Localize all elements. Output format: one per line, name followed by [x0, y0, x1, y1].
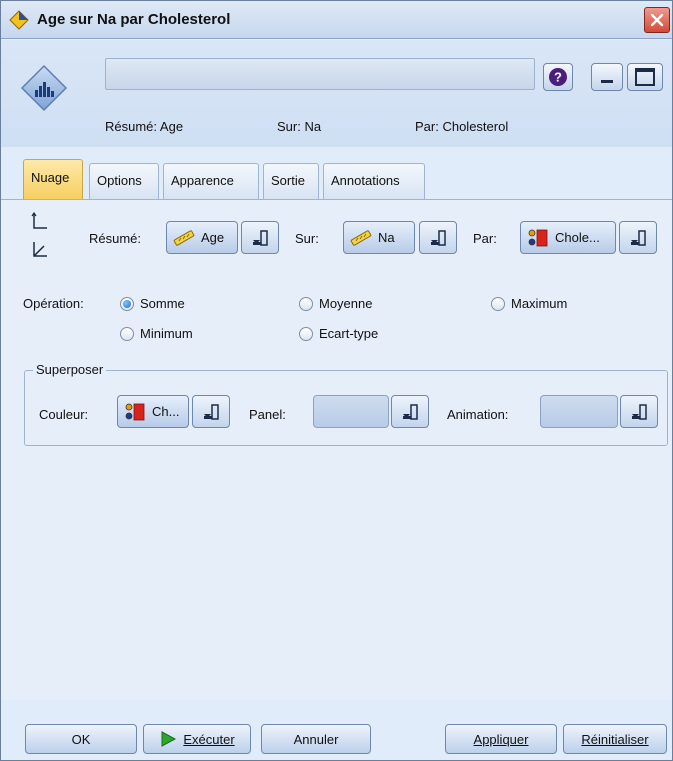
radio-somme-label: Somme: [140, 296, 185, 311]
radio-moyenne[interactable]: Moyenne: [299, 296, 372, 311]
ruler-icon: [350, 229, 372, 246]
animation-select-button[interactable]: [620, 395, 658, 428]
resume-label: Résumé:: [89, 231, 142, 246]
minimize-button[interactable]: [591, 63, 623, 91]
tab-nuage[interactable]: Nuage: [23, 159, 83, 199]
couleur-label: Couleur:: [39, 407, 89, 422]
apply-button[interactable]: Appliquer: [445, 724, 557, 754]
radio-unselected-icon: [491, 296, 505, 311]
radio-somme[interactable]: Somme: [120, 296, 185, 311]
par-select-button[interactable]: [619, 221, 657, 254]
execute-button[interactable]: Exécuter: [143, 724, 251, 754]
window-title: Age sur Na par Cholesterol: [37, 11, 231, 28]
execute-label: Exécuter: [183, 731, 235, 747]
operation-label: Opération:: [23, 296, 84, 311]
tab-apparence[interactable]: Apparence: [163, 163, 259, 199]
field-picker-icon: [631, 229, 646, 246]
by-info: Par: Cholesterol: [415, 119, 509, 134]
panel-field[interactable]: [313, 395, 389, 428]
radio-unselected-icon: [299, 326, 313, 341]
categorical-field-icon: [125, 403, 145, 420]
maximize-button[interactable]: [627, 63, 663, 91]
field-picker-icon: [403, 403, 418, 420]
couleur-value: Ch...: [152, 404, 180, 419]
help-glyph: ?: [554, 70, 562, 85]
animation-label: Animation:: [447, 407, 509, 422]
radio-selected-icon: [120, 296, 134, 311]
node-diamond-icon: [9, 10, 29, 30]
sur-value: Na: [378, 230, 395, 245]
dialog-window: Age sur Na par Cholesterol ? Résumé: Age…: [0, 0, 673, 761]
overlay-group: Superposer Couleur: Ch... Panel: Animati…: [24, 362, 668, 446]
help-icon: ?: [549, 68, 567, 86]
couleur-field[interactable]: Ch...: [117, 395, 189, 428]
close-icon: [650, 13, 664, 27]
radio-unselected-icon: [299, 296, 313, 311]
field-picker-icon: [204, 403, 219, 420]
tab-annotations[interactable]: Annotations: [323, 163, 425, 199]
par-field[interactable]: Chole...: [520, 221, 616, 254]
radio-unselected-icon: [120, 326, 134, 341]
diagonal-axis-icon: [33, 242, 47, 257]
ok-button[interactable]: OK: [25, 724, 137, 754]
par-label: Par:: [473, 231, 497, 246]
categorical-field-icon: [528, 229, 548, 246]
sur-label: Sur:: [295, 231, 319, 246]
animation-field[interactable]: [540, 395, 618, 428]
field-picker-icon: [632, 403, 647, 420]
maximize-icon: [635, 68, 655, 86]
node-name-field[interactable]: [105, 58, 535, 90]
reset-button[interactable]: Réinitialiser: [563, 724, 667, 754]
radio-minimum[interactable]: Minimum: [120, 326, 193, 341]
node-header: ? Résumé: Age Sur: Na Par: Cholesterol: [1, 40, 672, 147]
overlay-group-title: Superposer: [33, 362, 107, 377]
radio-moyenne-label: Moyenne: [319, 296, 373, 311]
radio-maximum[interactable]: Maximum: [491, 296, 567, 311]
play-icon: [161, 731, 177, 747]
resume-field[interactable]: Age: [166, 221, 238, 254]
over-info: Sur: Na: [277, 119, 322, 134]
minimize-icon: [601, 80, 613, 83]
help-button[interactable]: ?: [543, 63, 573, 91]
cancel-button[interactable]: Annuler: [261, 724, 371, 754]
couleur-select-button[interactable]: [192, 395, 230, 428]
radio-ecart-type-label: Ecart-type: [319, 326, 379, 341]
par-value: Chole...: [555, 230, 600, 245]
panel-label: Panel:: [249, 407, 286, 422]
summary-info: Résumé: Age: [105, 119, 184, 134]
sur-field[interactable]: Na: [343, 221, 415, 254]
field-picker-icon: [253, 229, 268, 246]
apply-label: Appliquer: [473, 731, 529, 747]
reset-label: Réinitialiser: [581, 731, 649, 747]
resume-value: Age: [201, 230, 225, 245]
panel-select-button[interactable]: [391, 395, 429, 428]
resume-select-button[interactable]: [241, 221, 279, 254]
main-panel: Résumé: Age Sur: Na Par: Chole... Opérat…: [1, 200, 672, 700]
sur-select-button[interactable]: [419, 221, 457, 254]
radio-maximum-label: Maximum: [511, 296, 568, 311]
tab-options[interactable]: Options: [89, 163, 159, 199]
plot-node-icon: [20, 64, 68, 112]
close-button[interactable]: [644, 7, 670, 33]
field-picker-icon: [431, 229, 446, 246]
ruler-icon: [173, 229, 195, 246]
radio-ecart-type[interactable]: Ecart-type: [299, 326, 378, 341]
title-bar: Age sur Na par Cholesterol: [1, 1, 672, 39]
tab-sortie[interactable]: Sortie: [263, 163, 319, 199]
radio-minimum-label: Minimum: [140, 326, 193, 341]
axis-icon: [31, 212, 47, 229]
